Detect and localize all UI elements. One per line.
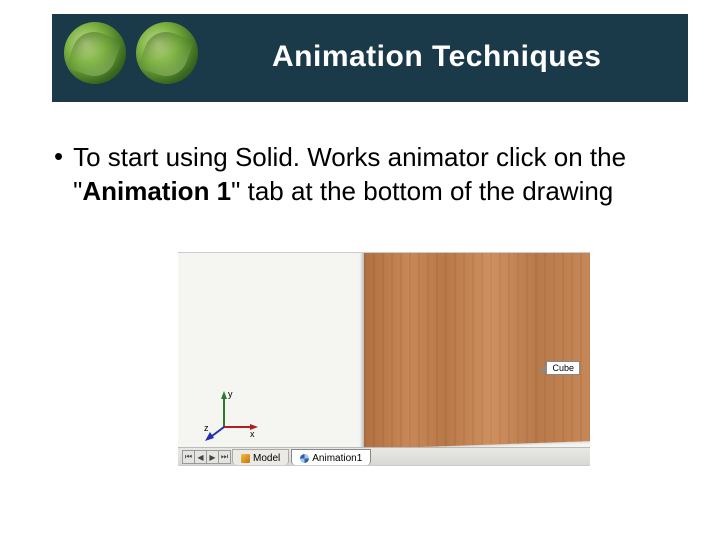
leaf-icon (64, 22, 126, 84)
tab-scroll-group: ⏮ ◀ ▶ ⏭ (182, 450, 230, 464)
model-wood-panel (364, 252, 590, 449)
axis-z-label: z (204, 423, 209, 433)
orientation-triad: y x z (204, 385, 260, 441)
bullet-text: To start using Solid. Works animator cli… (73, 140, 664, 208)
bullet-item: • To start using Solid. Works animator c… (54, 140, 664, 208)
embedded-screenshot: Cube y x z ⏮ ◀ ▶ ⏭ Model Animation1 (178, 252, 590, 466)
leaf-logo (64, 22, 198, 84)
model-tab-icon (241, 454, 250, 463)
slide-title: Animation Techniques (272, 40, 601, 74)
bullet-marker: • (54, 140, 63, 172)
tab-model[interactable]: Model (232, 449, 289, 465)
axis-y-label: y (228, 389, 233, 399)
tab-animation1[interactable]: Animation1 (291, 449, 371, 465)
slide-header: Animation Techniques (52, 14, 688, 102)
tab-animation1-label: Animation1 (312, 453, 362, 464)
tab-bar: ⏮ ◀ ▶ ⏭ Model Animation1 (178, 447, 590, 465)
bullet-text-bold: Animation 1 (82, 176, 231, 206)
leaf-icon (136, 22, 198, 84)
bullet-text-after: " tab at the bottom of the drawing (231, 176, 613, 206)
axis-x-label: x (250, 429, 255, 439)
cube-label-flag: Cube (546, 361, 580, 375)
tab-scroll-last[interactable]: ⏭ (218, 450, 231, 464)
tab-model-label: Model (253, 453, 280, 464)
animation-tab-icon (300, 454, 309, 463)
